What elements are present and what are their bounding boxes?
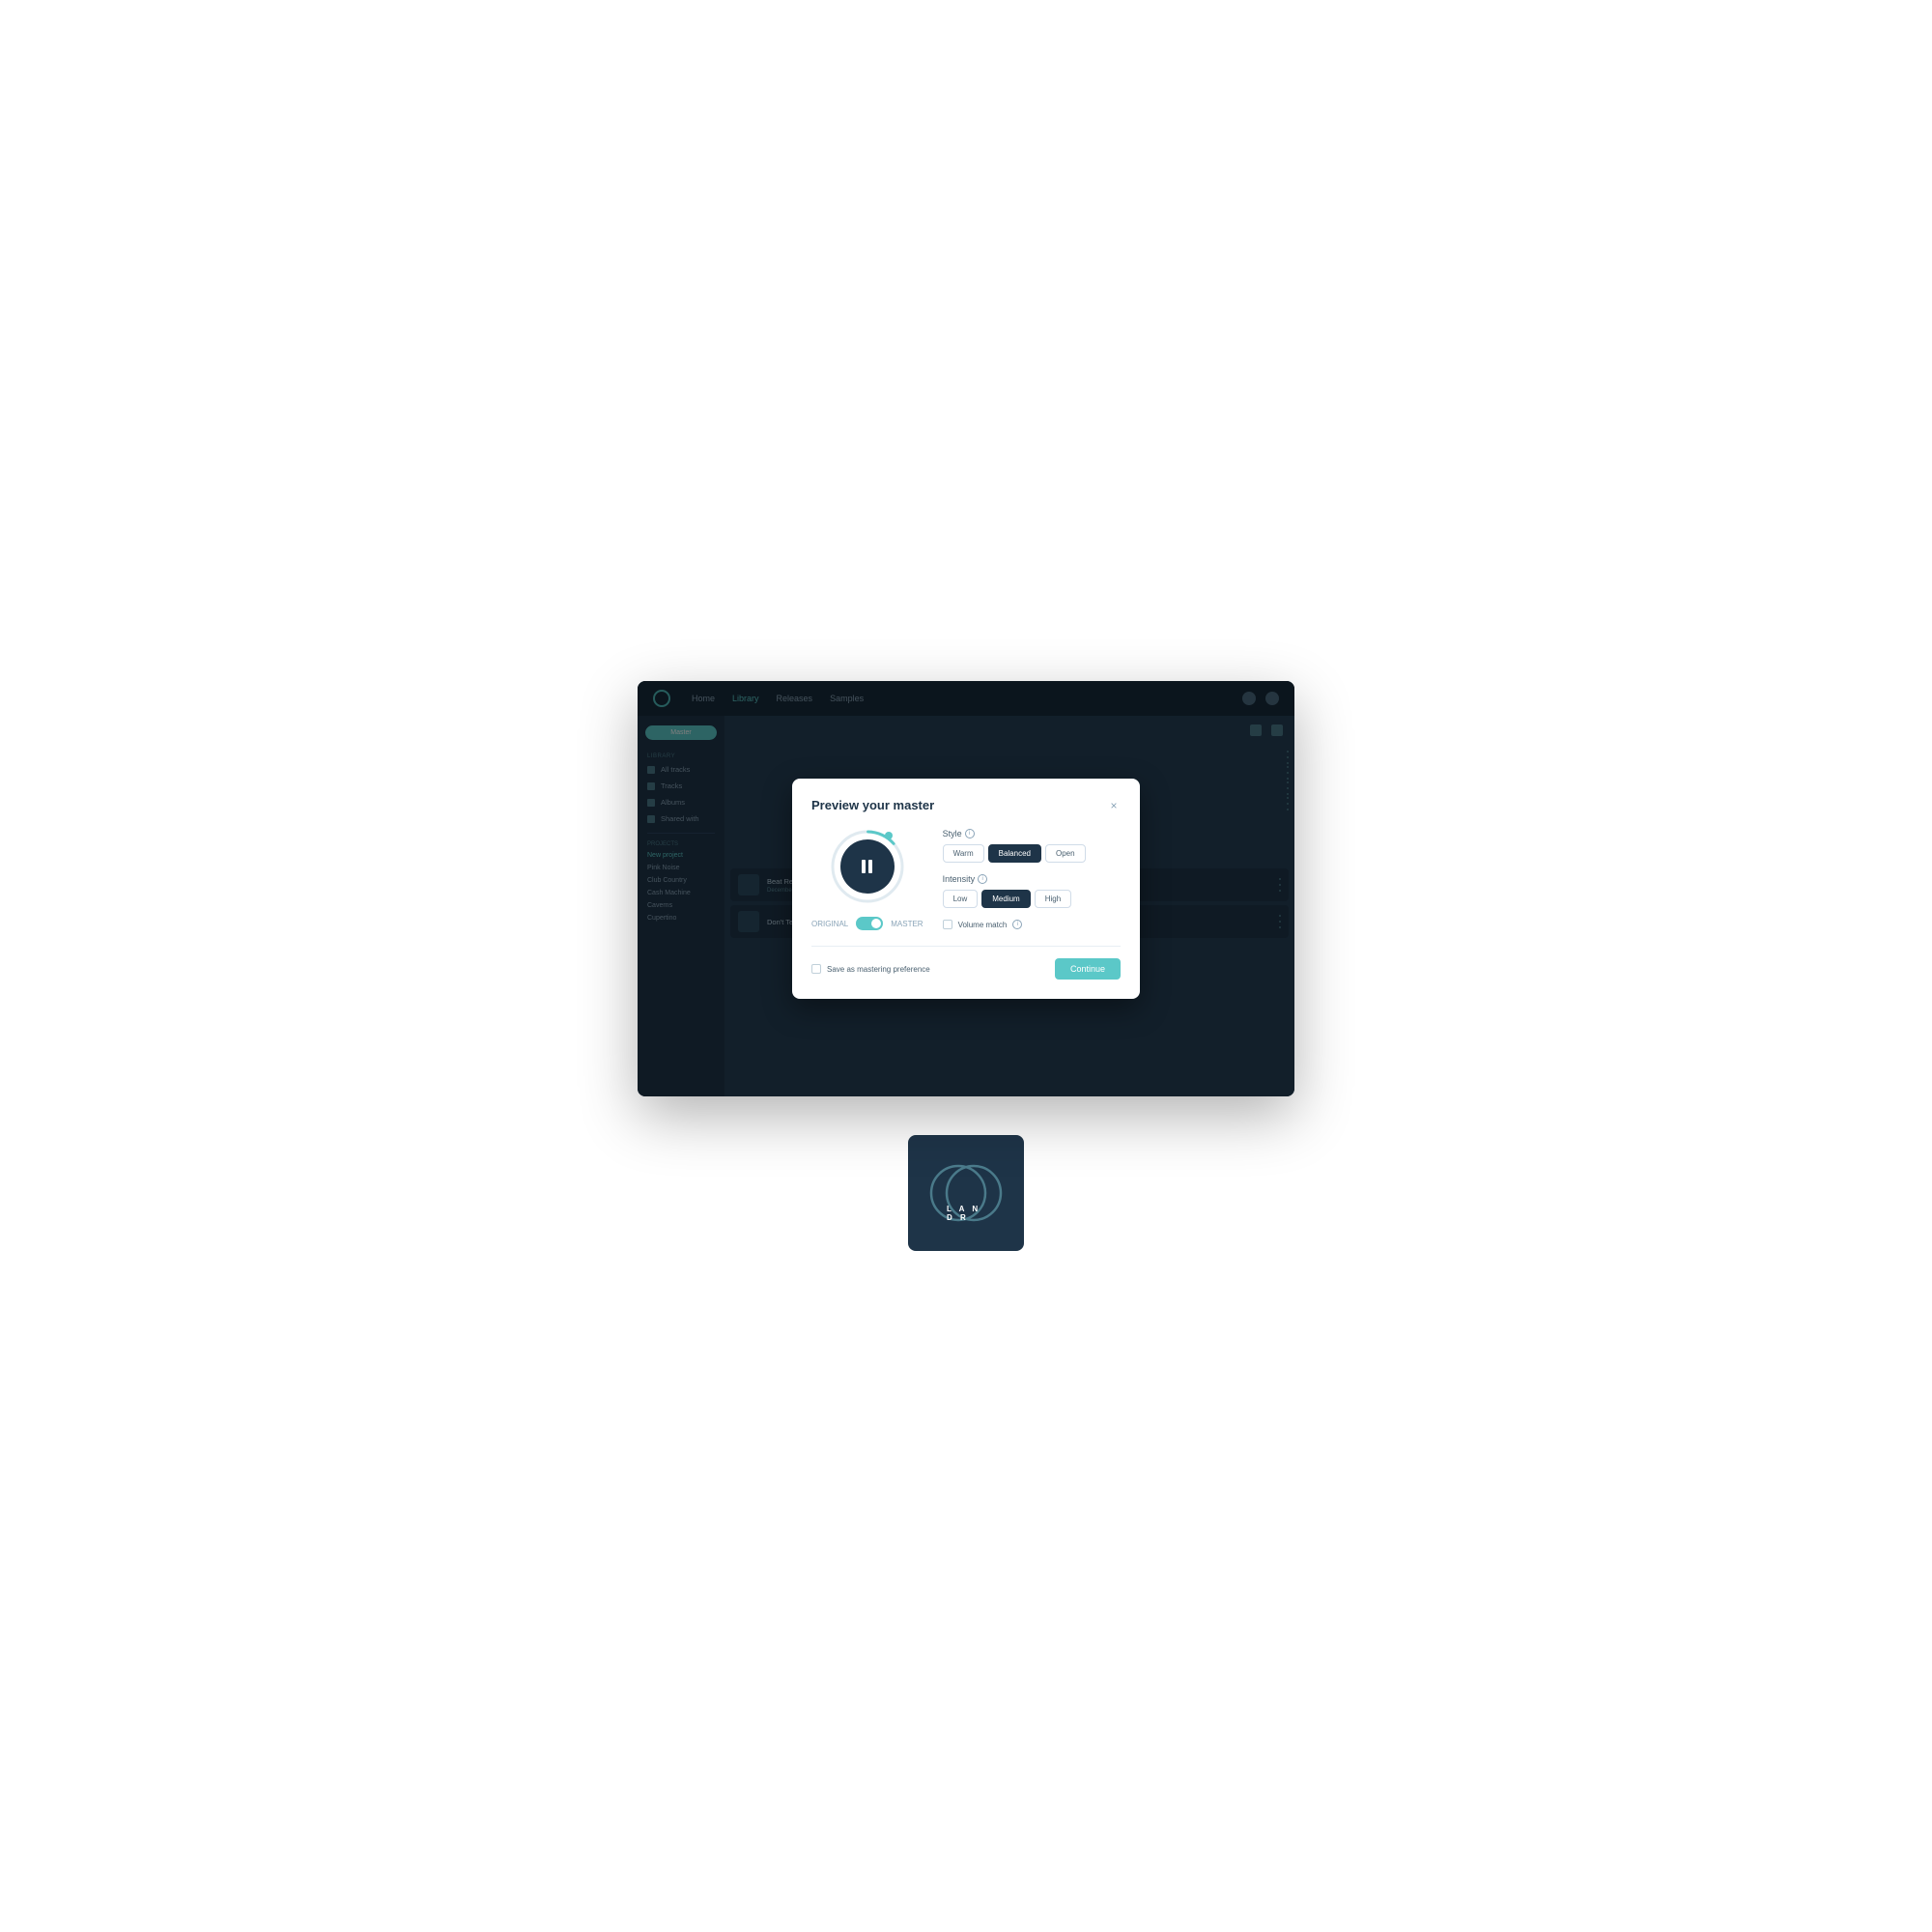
- modal: Preview your master ×: [792, 779, 1140, 999]
- volume-match-label: Volume match: [958, 921, 1008, 929]
- toggle-original-label: ORIGINAL: [811, 920, 848, 928]
- modal-title: Preview your master: [811, 798, 934, 812]
- progress-dot: [885, 832, 893, 839]
- play-pause-button[interactable]: [840, 839, 895, 894]
- style-label: Style i: [943, 829, 1121, 838]
- controls-panel: Style i Warm Balanced Open Intensity: [943, 829, 1121, 929]
- save-preference-label: Save as mastering preference: [827, 965, 930, 974]
- toggle-thumb: [871, 919, 881, 928]
- style-info-icon[interactable]: i: [965, 829, 975, 838]
- pause-icon: [862, 860, 872, 873]
- landr-logo: L A N D R: [927, 1154, 1005, 1232]
- modal-header: Preview your master ×: [811, 798, 1121, 812]
- intensity-control-group: Intensity i Low Medium High: [943, 874, 1121, 908]
- intensity-high-button[interactable]: High: [1035, 890, 1071, 908]
- style-open-button[interactable]: Open: [1045, 844, 1086, 863]
- toggle-row: ORIGINAL MASTER: [811, 917, 923, 930]
- landr-logo-container: L A N D R: [908, 1135, 1024, 1251]
- toggle-switch[interactable]: [856, 917, 883, 930]
- intensity-low-button[interactable]: Low: [943, 890, 979, 908]
- modal-overlay: Preview your master ×: [638, 681, 1294, 1096]
- continue-button[interactable]: Continue: [1055, 958, 1121, 980]
- close-icon[interactable]: ×: [1107, 799, 1121, 812]
- intensity-medium-button[interactable]: Medium: [981, 890, 1030, 908]
- save-preference-row: Save as mastering preference: [811, 964, 930, 974]
- style-warm-button[interactable]: Warm: [943, 844, 984, 863]
- app-container: Home Library Releases Samples Master LIB…: [638, 681, 1294, 1096]
- style-balanced-button[interactable]: Balanced: [988, 844, 1041, 863]
- toggle-master-label: MASTER: [891, 920, 923, 928]
- style-control-group: Style i Warm Balanced Open: [943, 829, 1121, 863]
- volume-match-row: Volume match i: [943, 920, 1121, 929]
- modal-body: ORIGINAL MASTER Style i: [811, 828, 1121, 930]
- save-preference-checkbox[interactable]: [811, 964, 821, 974]
- player-container: ORIGINAL MASTER: [811, 828, 923, 930]
- intensity-info-icon[interactable]: i: [978, 874, 987, 884]
- intensity-btn-group: Low Medium High: [943, 890, 1121, 908]
- intensity-label: Intensity i: [943, 874, 1121, 884]
- player-circle-wrapper: [829, 828, 906, 905]
- modal-footer: Save as mastering preference Continue: [811, 946, 1121, 980]
- style-btn-group: Warm Balanced Open: [943, 844, 1121, 863]
- volume-match-checkbox[interactable]: [943, 920, 952, 929]
- landr-text: L A N D R: [947, 1205, 985, 1222]
- volume-match-info-icon[interactable]: i: [1012, 920, 1022, 929]
